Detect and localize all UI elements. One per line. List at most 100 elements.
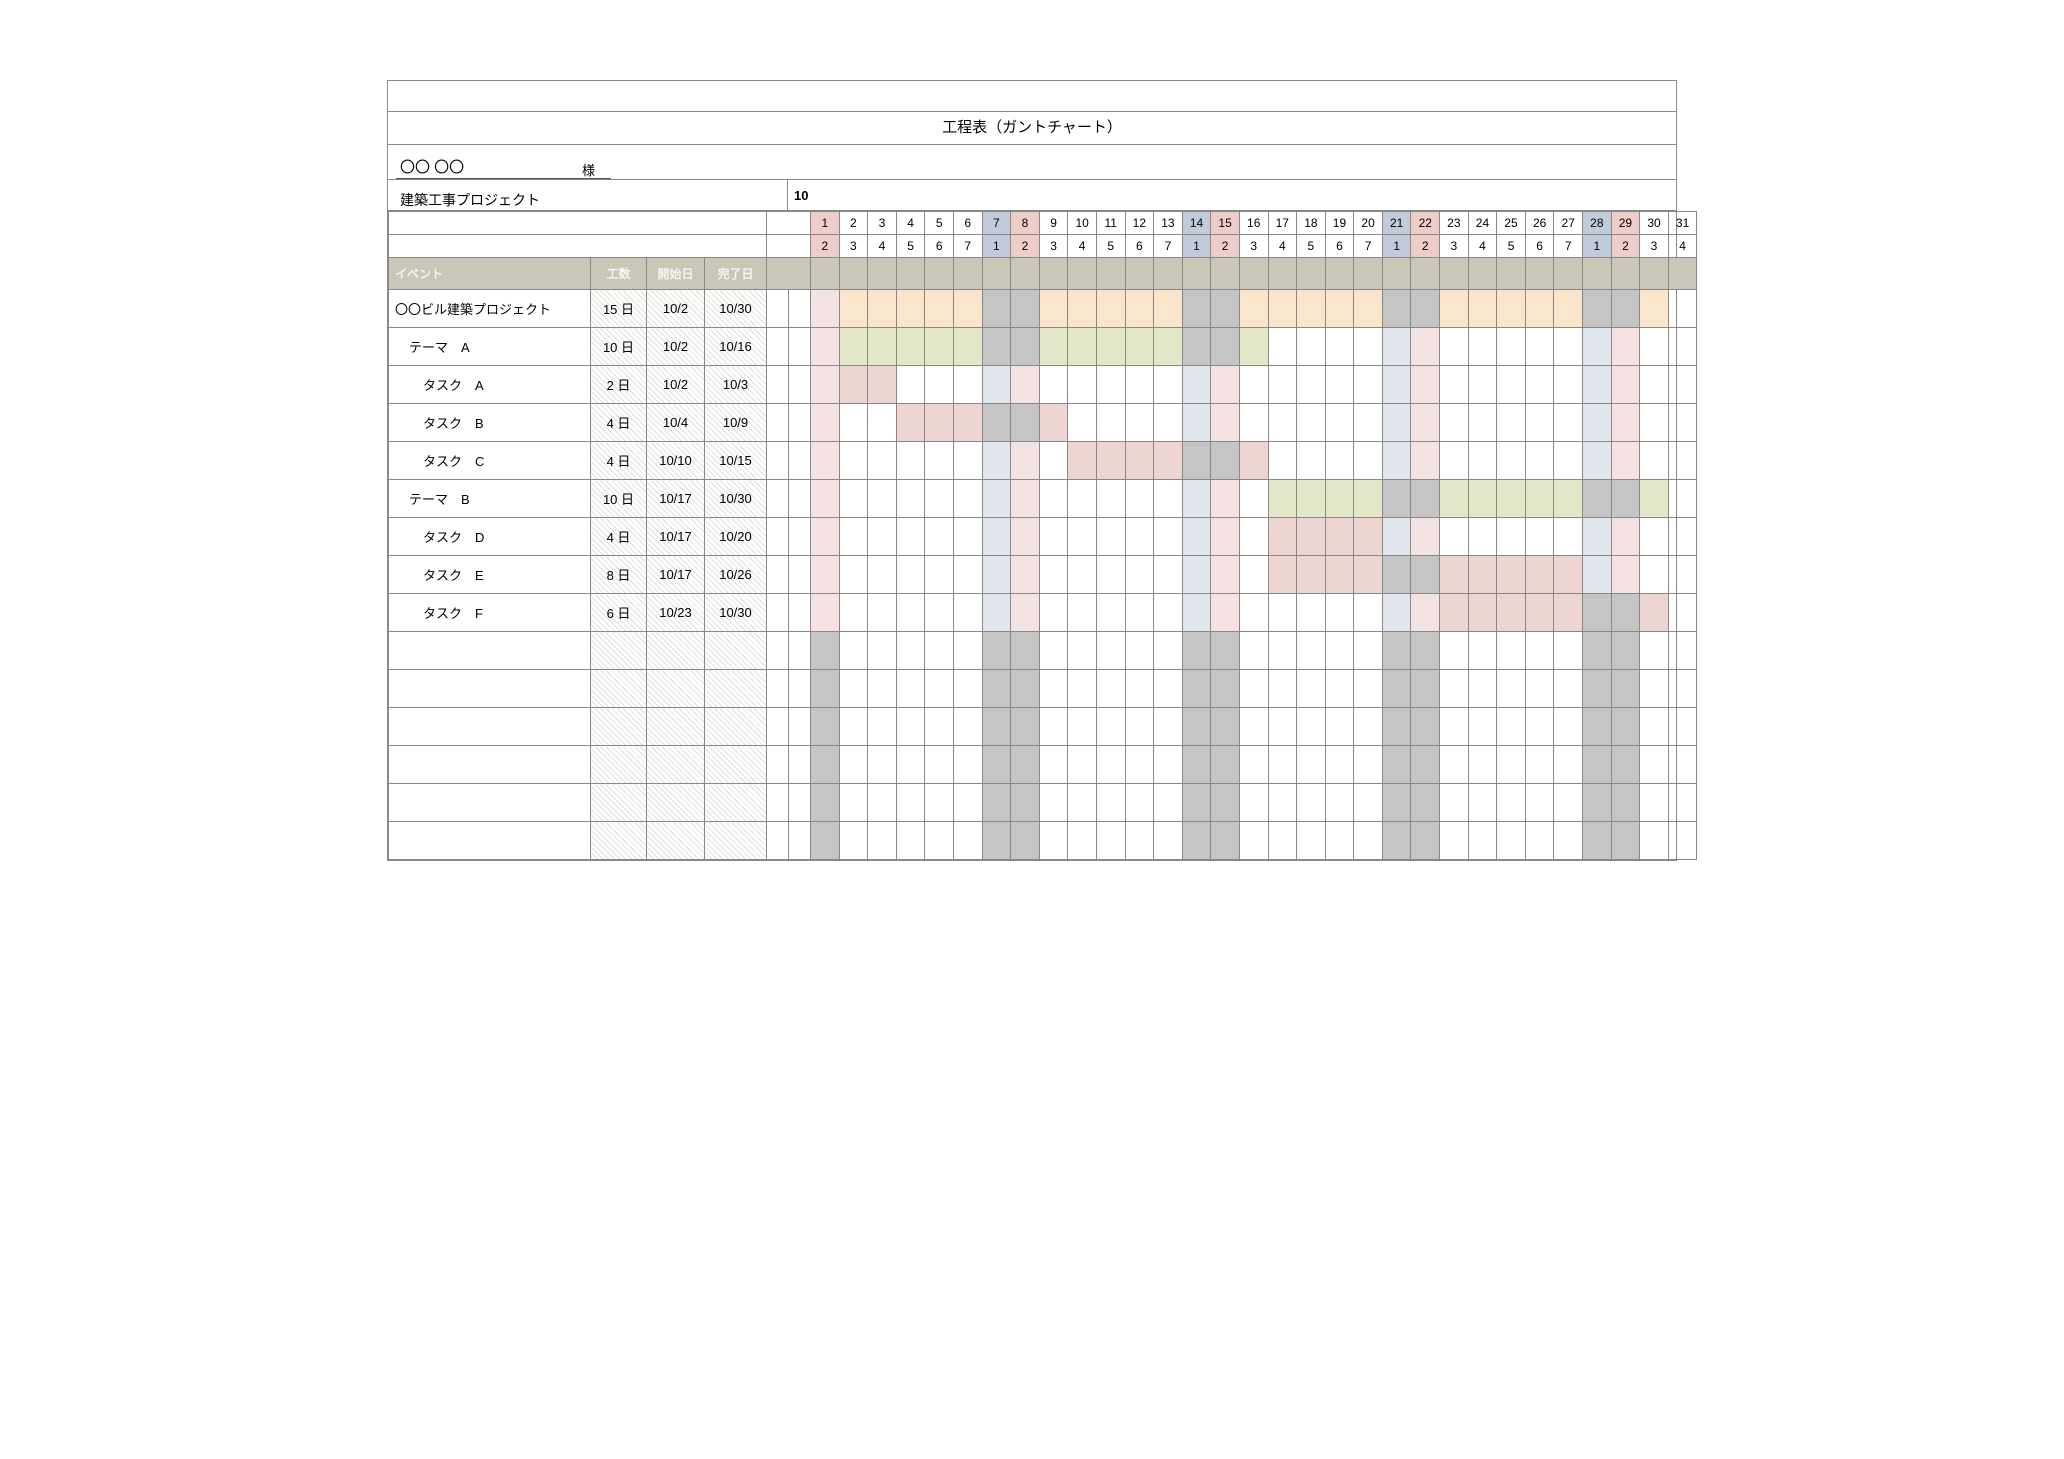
- cell-d23: [1440, 328, 1469, 366]
- cell-d26: [1525, 480, 1554, 518]
- cell-d16: [1239, 290, 1268, 328]
- cell-d11: [1096, 518, 1125, 556]
- task-name: タスク D: [389, 518, 591, 556]
- cell-d24: [1468, 556, 1497, 594]
- calendar-day-3: 3: [868, 212, 897, 235]
- calendar-wday-17: 4: [1268, 235, 1297, 258]
- document-title: 工程表（ガントチャート）: [388, 112, 1676, 145]
- calendar-day-26: 26: [1525, 212, 1554, 235]
- cell-d8: [1011, 556, 1040, 594]
- cell-d16: [1239, 480, 1268, 518]
- cell-d9: [1039, 404, 1068, 442]
- cell-d26: [1525, 594, 1554, 632]
- cell-d4: [896, 480, 925, 518]
- calendar-day-4: 4: [896, 212, 925, 235]
- task-name: タスク C: [389, 442, 591, 480]
- task-row-6: タスク D4 日10/1710/20: [389, 518, 1697, 556]
- calendar-wday-row: 2345671234567123456712345671234: [389, 235, 1697, 258]
- cell-d8: [1011, 404, 1040, 442]
- calendar-wday-20: 7: [1354, 235, 1383, 258]
- cell-d17: [1268, 480, 1297, 518]
- cell-d25: [1497, 556, 1526, 594]
- cell-d29: [1611, 404, 1640, 442]
- cell-d3: [868, 366, 897, 404]
- task-row-4: タスク C4 日10/1010/15: [389, 442, 1697, 480]
- cell-d24: [1468, 442, 1497, 480]
- cell-d2: [839, 404, 868, 442]
- calendar-wday-23: 3: [1440, 235, 1469, 258]
- cell-d22: [1411, 518, 1440, 556]
- cell-d29: [1611, 518, 1640, 556]
- cell-d28: [1583, 556, 1612, 594]
- task-name: タスク F: [389, 594, 591, 632]
- cell-d9: [1039, 594, 1068, 632]
- cell-d9: [1039, 442, 1068, 480]
- cell-d1: [811, 556, 840, 594]
- cell-d16: [1239, 518, 1268, 556]
- cell-d24: [1468, 518, 1497, 556]
- cell-d13: [1154, 328, 1183, 366]
- task-end: 10/30: [705, 480, 767, 518]
- cell-d25: [1497, 290, 1526, 328]
- task-end: 10/20: [705, 518, 767, 556]
- cell-d25: [1497, 328, 1526, 366]
- cell-d12: [1125, 518, 1154, 556]
- cell-d17: [1268, 404, 1297, 442]
- cell-d27: [1554, 366, 1583, 404]
- cell-d15: [1211, 290, 1240, 328]
- cell-d28: [1583, 290, 1612, 328]
- task-name: 〇〇ビル建築プロジェクト: [389, 290, 591, 328]
- cell-d18: [1297, 518, 1326, 556]
- task-row-2: タスク A2 日10/210/3: [389, 366, 1697, 404]
- cell-d9: [1039, 556, 1068, 594]
- cell-d14: [1182, 290, 1211, 328]
- task-days: 4 日: [591, 404, 647, 442]
- cell-d17: [1268, 594, 1297, 632]
- cell-d15: [1211, 404, 1240, 442]
- cell-d22: [1411, 556, 1440, 594]
- cell-d2: [839, 556, 868, 594]
- cell-d17: [1268, 366, 1297, 404]
- calendar-wday-6: 7: [953, 235, 982, 258]
- cell-d30: [1640, 328, 1669, 366]
- cell-d8: [1011, 594, 1040, 632]
- cell-d2: [839, 366, 868, 404]
- cell-d20: [1354, 480, 1383, 518]
- task-start: 10/4: [647, 404, 705, 442]
- cell-d18: [1297, 556, 1326, 594]
- cell-d8: [1011, 442, 1040, 480]
- cell-d16: [1239, 556, 1268, 594]
- cell-d3: [868, 328, 897, 366]
- cell-d23: [1440, 442, 1469, 480]
- cell-d29: [1611, 594, 1640, 632]
- cell-d26: [1525, 290, 1554, 328]
- task-name: テーマ B: [389, 480, 591, 518]
- cell-d30: [1640, 442, 1669, 480]
- cell-d21: [1382, 404, 1411, 442]
- cell-d25: [1497, 480, 1526, 518]
- cell-d14: [1182, 442, 1211, 480]
- cell-d23: [1440, 518, 1469, 556]
- cell-d1: [811, 480, 840, 518]
- cell-d5: [925, 480, 954, 518]
- calendar-wday-8: 2: [1011, 235, 1040, 258]
- task-days: 10 日: [591, 480, 647, 518]
- cell-d4: [896, 556, 925, 594]
- cell-d6: [953, 366, 982, 404]
- cell-d28: [1583, 518, 1612, 556]
- cell-d11: [1096, 480, 1125, 518]
- cell-d6: [953, 328, 982, 366]
- calendar-day-19: 19: [1325, 212, 1354, 235]
- cell-d9: [1039, 366, 1068, 404]
- task-name: タスク A: [389, 366, 591, 404]
- column-headers-row: イベント工数開始日完了日: [389, 258, 1697, 290]
- cell-d23: [1440, 556, 1469, 594]
- calendar-day-10: 10: [1068, 212, 1097, 235]
- cell-d4: [896, 404, 925, 442]
- calendar-wday-3: 4: [868, 235, 897, 258]
- cell-d5: [925, 366, 954, 404]
- cell-d10: [1068, 328, 1097, 366]
- cell-d5: [925, 518, 954, 556]
- cell-d21: [1382, 518, 1411, 556]
- cell-d30: [1640, 594, 1669, 632]
